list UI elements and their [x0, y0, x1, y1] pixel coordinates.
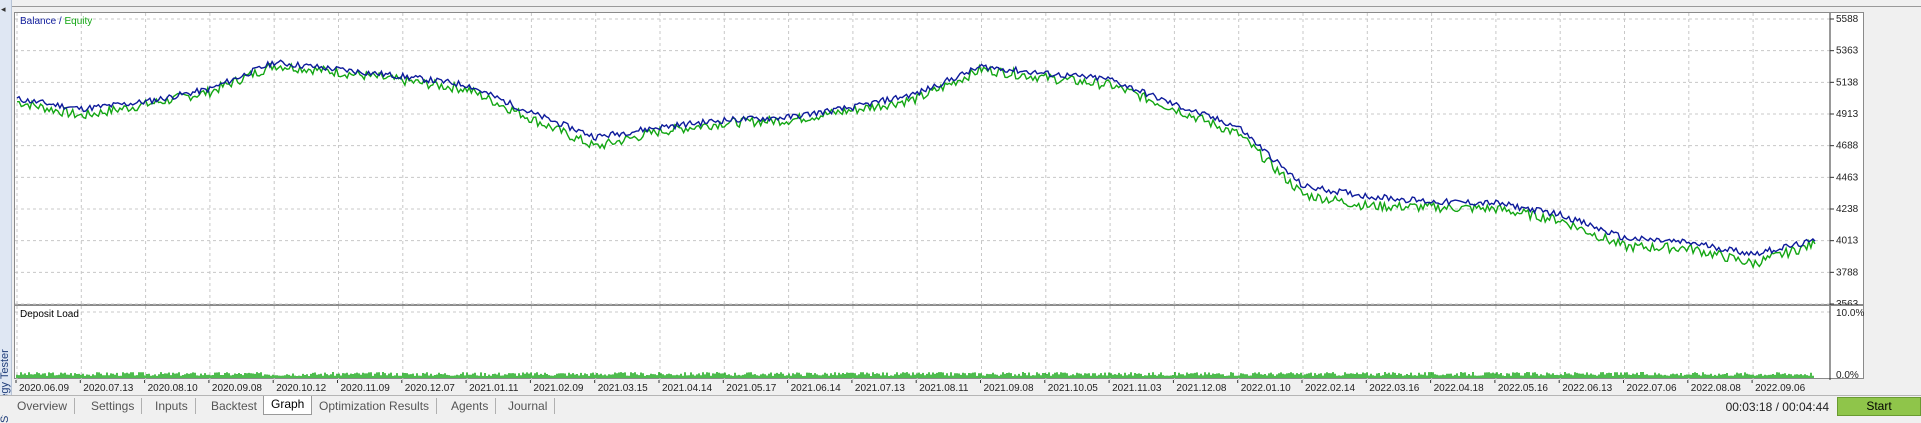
top-divider — [12, 6, 1921, 7]
y-tick-label: 4238 — [1836, 204, 1859, 215]
x-tick-label: 2022.05.16 — [1498, 383, 1548, 394]
deposit-y-tick-top: 10.0% — [1836, 308, 1864, 319]
x-tick-label: 2021.01.11 — [469, 383, 519, 394]
x-tick-label: 2020.06.09 — [19, 383, 69, 394]
x-tick-label: 2021.11.03 — [1112, 383, 1162, 394]
x-tick-label: 2021.12.08 — [1176, 383, 1226, 394]
x-tick-label: 2020.10.12 — [276, 383, 326, 394]
x-tick-label: 2022.09.06 — [1755, 383, 1805, 394]
y-tick-label: 4013 — [1836, 236, 1859, 247]
x-tick-label: 2022.06.13 — [1562, 383, 1612, 394]
x-tick-label: 2020.11.09 — [341, 383, 391, 394]
legend-balance: Balance — [20, 16, 57, 27]
y-tick-label: 5138 — [1836, 77, 1859, 88]
y-tick-label: 5588 — [1836, 14, 1859, 25]
y-tick-label: 4688 — [1836, 141, 1859, 152]
x-tick-label: 2022.03.16 — [1369, 383, 1419, 394]
deposit-load-svg: 10.0%0.0% — [15, 306, 1864, 381]
tab-settings[interactable]: Settings — [84, 398, 143, 414]
start-button[interactable]: Start — [1837, 397, 1921, 416]
x-tick-label: 2022.01.10 — [1241, 383, 1291, 394]
x-tick-label: 2021.05.17 — [726, 383, 776, 394]
tester-tab-bar: Overview Settings Inputs Backtest Graph Optim… — [0, 395, 1921, 416]
strategy-tester-side-strip: ◂ Strategy Tester — [0, 0, 12, 423]
x-axis: 2020.06.09 2020.07.13 2020.08.10 2020.09.08… — [15, 380, 1806, 394]
x-tick-label: 2021.04.14 — [662, 383, 712, 394]
x-tick-label: 2022.02.14 — [1305, 383, 1355, 394]
equity-line — [16, 62, 1816, 270]
tab-graph[interactable]: Graph — [263, 396, 313, 415]
balance-equity-chart: 5588536351384913468844634238401337883563… — [14, 12, 1864, 310]
y-tick-label: 3788 — [1836, 267, 1859, 278]
chart-legend: Balance / Equity — [20, 16, 92, 27]
x-tick-label: 2021.09.08 — [984, 383, 1034, 394]
x-tick-label: 2022.04.18 — [1434, 383, 1484, 394]
x-tick-label: 2021.07.13 — [855, 383, 905, 394]
tab-backtest[interactable]: Backtest — [204, 398, 266, 414]
y-tick-label: 5363 — [1836, 46, 1859, 57]
pin-icon[interactable]: ◂ — [1, 4, 6, 15]
x-tick-label: 2020.08.10 — [148, 383, 198, 394]
x-tick-label: 2020.12.07 — [405, 383, 455, 394]
x-tick-label: 2021.03.15 — [598, 383, 648, 394]
balance-equity-svg: 5588536351384913468844634238401337883563 — [15, 13, 1859, 310]
legend-equity: Equity — [64, 16, 93, 27]
tab-journal[interactable]: Journal — [501, 398, 556, 414]
balance-line — [16, 59, 1816, 257]
deposit-load-label: Deposit Load — [20, 309, 79, 320]
x-tick-label: 2020.07.13 — [83, 383, 133, 394]
tab-inputs[interactable]: Inputs — [148, 398, 196, 414]
y-tick-label: 4463 — [1836, 172, 1859, 183]
x-tick-label: 2022.07.06 — [1627, 383, 1677, 394]
x-tick-label: 2021.08.11 — [919, 383, 969, 394]
y-tick-label: 4913 — [1836, 109, 1859, 120]
elapsed-timer: 00:03:18 / 00:04:44 — [1725, 400, 1829, 414]
x-tick-label: 2020.09.08 — [212, 383, 262, 394]
tab-overview[interactable]: Overview — [10, 398, 76, 414]
deposit-load-bars — [16, 372, 1814, 378]
tab-optimization-results[interactable]: Optimization Results — [312, 398, 438, 414]
x-tick-label: 2021.02.09 — [533, 383, 583, 394]
x-tick-label: 2021.10.05 — [1048, 383, 1098, 394]
x-tick-label: 2022.08.08 — [1691, 383, 1741, 394]
deposit-load-chart: 10.0% 0.0% Deposit Load — [14, 305, 1864, 381]
x-tick-label: 2021.06.14 — [791, 383, 841, 394]
tab-agents[interactable]: Agents — [444, 398, 497, 414]
